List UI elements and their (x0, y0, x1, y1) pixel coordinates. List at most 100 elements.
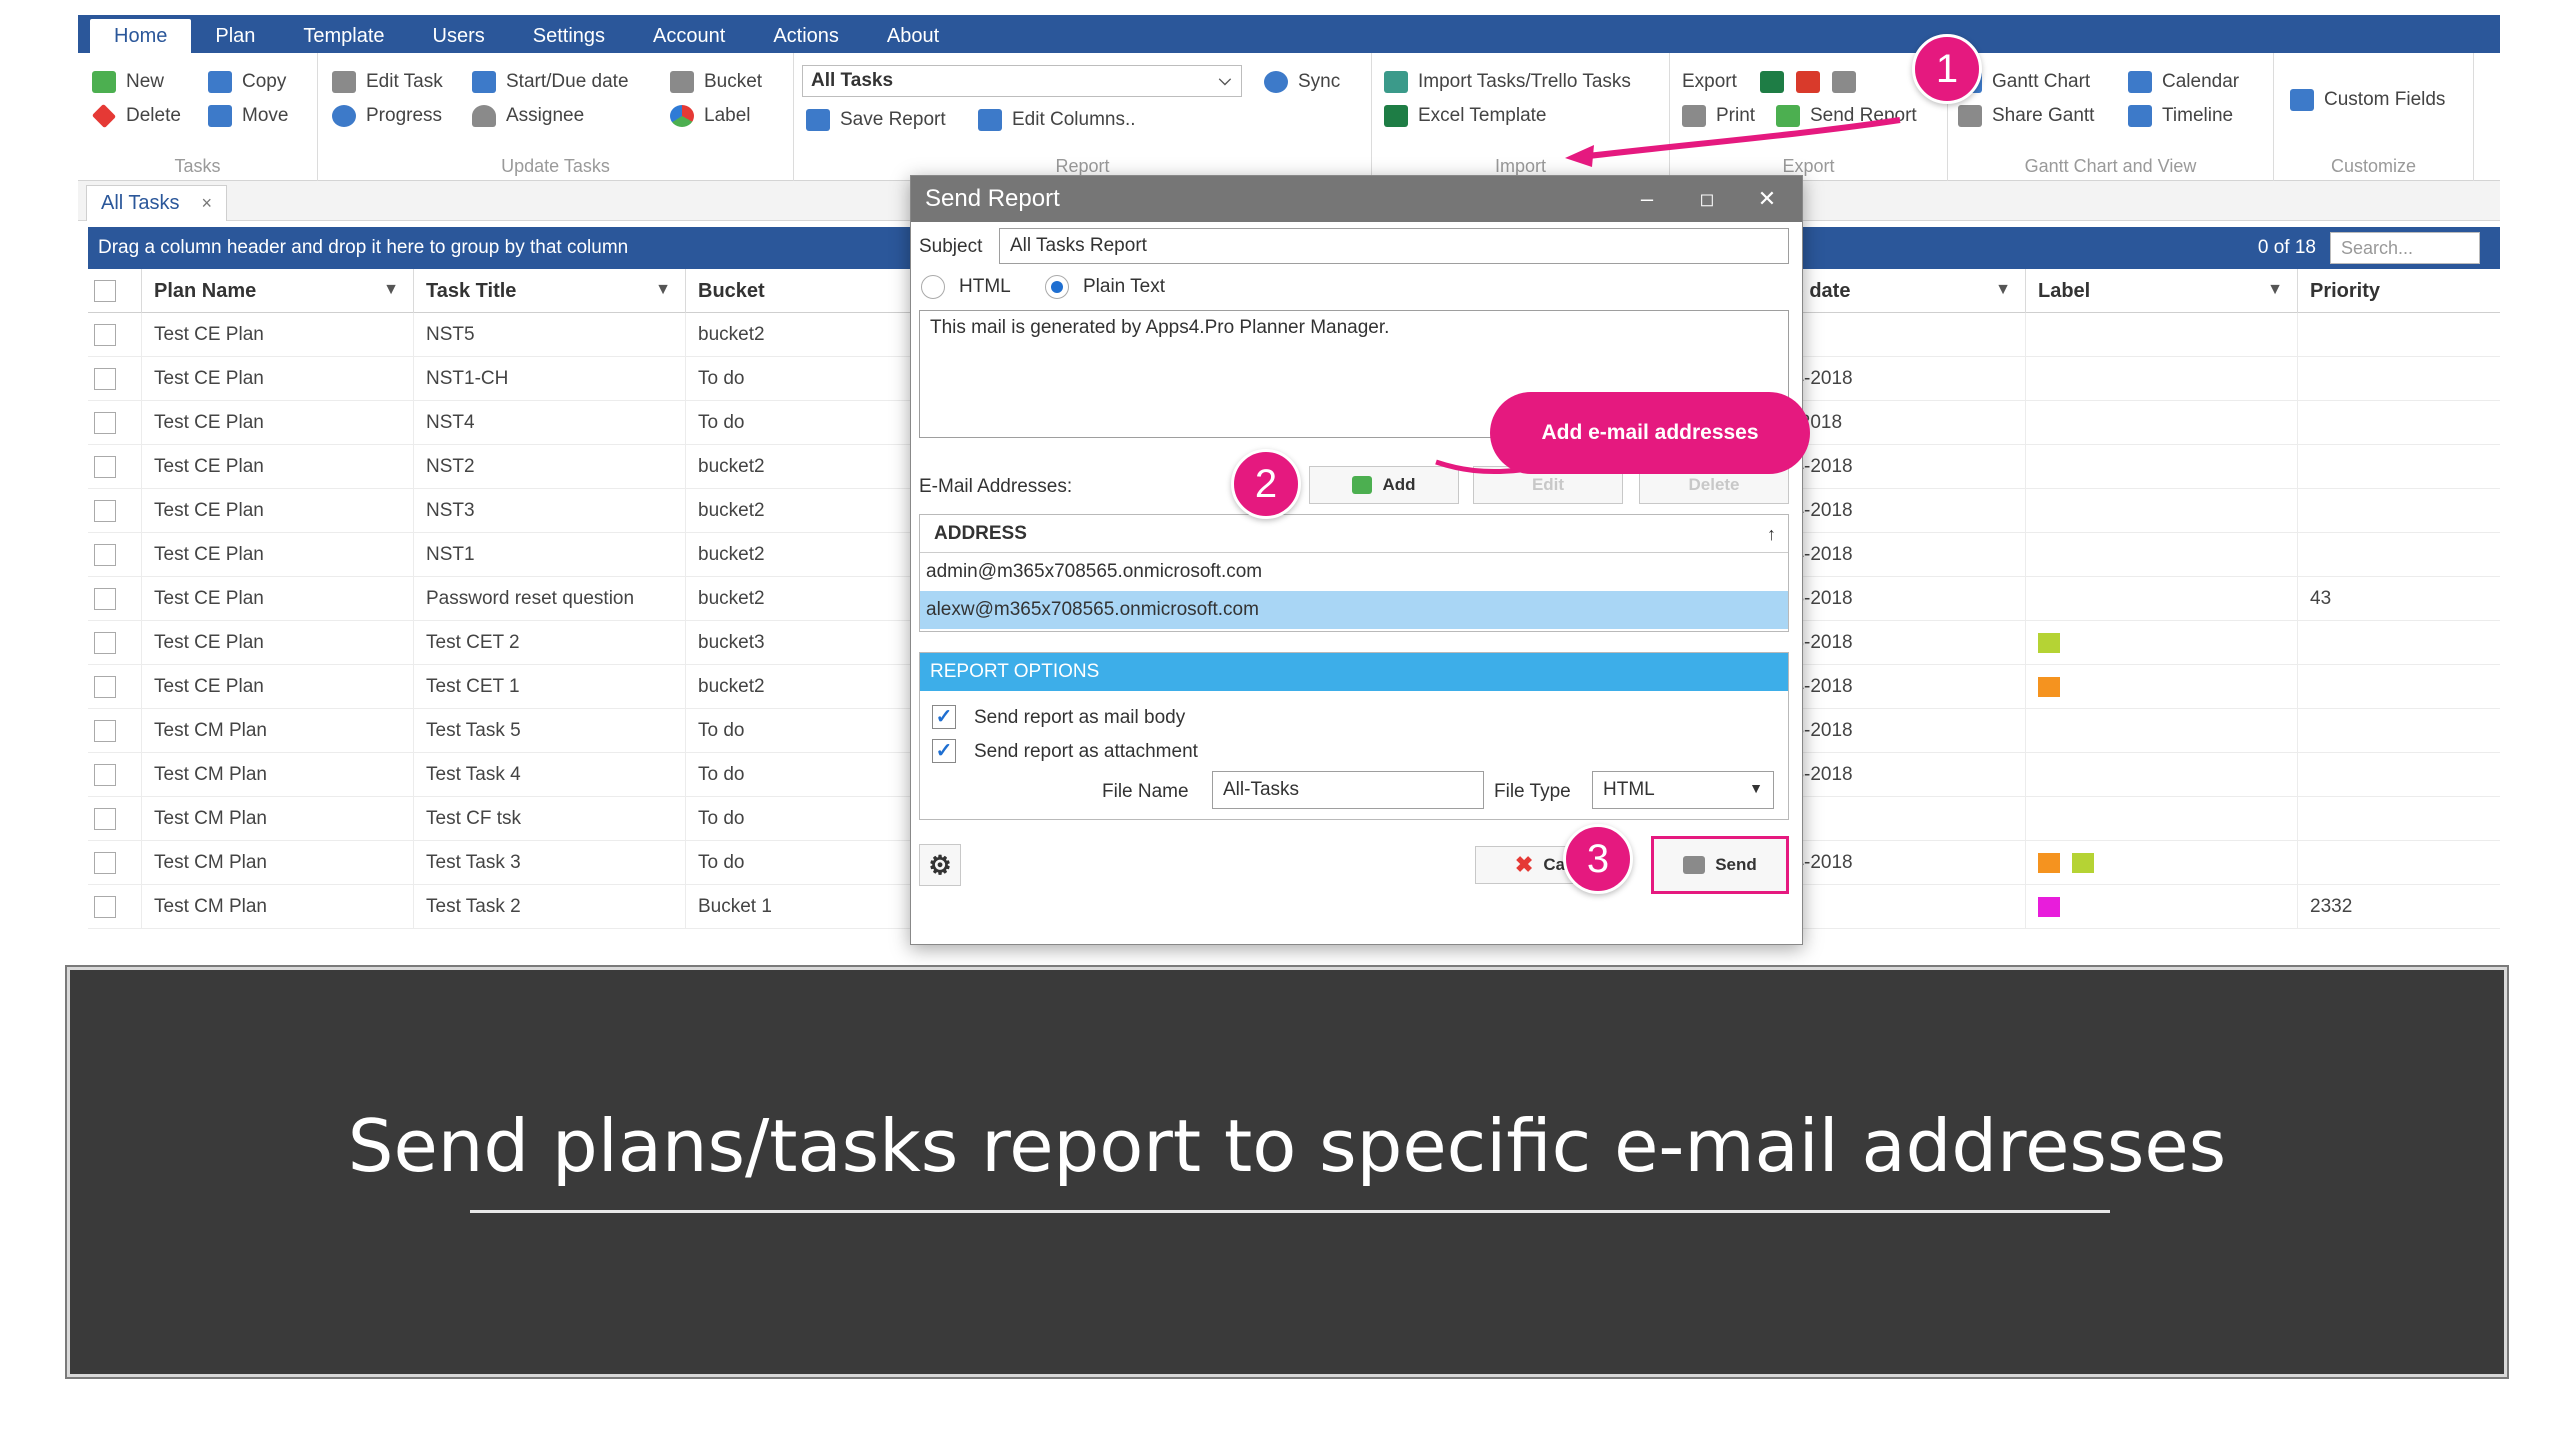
row-checkbox[interactable] (94, 676, 116, 698)
progress-button[interactable]: Progress (332, 101, 442, 131)
menu-tab-users[interactable]: Users (409, 19, 509, 53)
edit-task-button[interactable]: Edit Task (332, 67, 443, 97)
minimize-icon[interactable]: – (1632, 184, 1662, 214)
save-report-button[interactable]: Save Report (806, 105, 946, 135)
row-checkbox[interactable] (94, 588, 116, 610)
format-plain-text-radio[interactable] (1045, 275, 1069, 299)
new-task-button[interactable]: New (92, 67, 164, 97)
export-pdf-button[interactable] (1796, 67, 1830, 97)
row-checkbox[interactable] (94, 808, 116, 830)
row-select-cell[interactable] (88, 445, 142, 489)
gear-icon[interactable]: ⚙ (919, 844, 961, 886)
select-all-checkbox[interactable] (94, 280, 116, 302)
plan-name-cell: Test CM Plan (142, 709, 414, 753)
row-select-cell[interactable] (88, 313, 142, 357)
row-select-cell[interactable] (88, 401, 142, 445)
address-row-selected[interactable]: alexw@m365x708565.onmicrosoft.com (920, 591, 1788, 629)
address-row[interactable]: admin@m365x708565.onmicrosoft.com (920, 553, 1788, 591)
filter-icon[interactable]: ▼ (1995, 281, 2011, 299)
column-task-title-label: Task Title (426, 279, 517, 302)
add-email-button[interactable]: Add (1309, 466, 1459, 504)
menu-tab-home[interactable]: Home (90, 19, 192, 53)
row-select-cell[interactable] (88, 841, 142, 885)
file-name-input[interactable]: All-Tasks (1212, 771, 1484, 809)
move-icon (208, 105, 232, 127)
filter-icon[interactable]: ▼ (2267, 281, 2283, 299)
filter-icon[interactable]: ▼ (383, 281, 399, 299)
bucket-button[interactable]: Bucket (670, 67, 762, 97)
timeline-button[interactable]: Timeline (2128, 101, 2233, 131)
start-due-button[interactable]: Start/Due date (472, 67, 629, 97)
maximize-icon[interactable]: ◻ (1692, 184, 1722, 214)
row-select-cell[interactable] (88, 357, 142, 401)
filter-icon[interactable]: ▼ (655, 281, 671, 299)
row-select-cell[interactable] (88, 621, 142, 665)
row-select-cell[interactable] (88, 665, 142, 709)
column-plan-name[interactable]: Plan Name ▼ (142, 269, 414, 313)
custom-fields-button[interactable]: Custom Fields (2290, 85, 2445, 115)
move-task-button[interactable]: Move (208, 101, 288, 131)
priority-cell (2298, 797, 2500, 841)
task-title-cell: NST2 (414, 445, 686, 489)
close-icon[interactable]: ✕ (1752, 184, 1782, 214)
row-checkbox[interactable] (94, 544, 116, 566)
column-priority[interactable]: Priority (2298, 269, 2500, 313)
file-type-select[interactable]: HTML ▼ (1592, 771, 1774, 809)
row-checkbox[interactable] (94, 324, 116, 346)
attachment-checkbox[interactable]: ✓ (932, 739, 956, 763)
menu-tab-about[interactable]: About (863, 19, 963, 53)
row-select-cell[interactable] (88, 533, 142, 577)
import-tasks-button[interactable]: Import Tasks/Trello Tasks (1384, 67, 1631, 97)
export-button[interactable]: Export (1682, 67, 1737, 97)
send-button[interactable]: Send (1651, 836, 1789, 894)
row-select-cell[interactable] (88, 489, 142, 533)
ribbon-group-customize: Custom Fields Customize (2274, 53, 2474, 181)
search-input[interactable]: Search... (2330, 232, 2480, 264)
address-list-header[interactable]: ADDRESS ↑ (920, 515, 1788, 553)
menu-tab-actions[interactable]: Actions (749, 19, 863, 53)
row-checkbox[interactable] (94, 720, 116, 742)
row-select-cell[interactable] (88, 797, 142, 841)
export-excel-button[interactable] (1760, 67, 1794, 97)
label-button[interactable]: Label (670, 101, 751, 131)
excel-template-button[interactable]: Excel Template (1384, 101, 1547, 131)
calendar-button[interactable]: Calendar (2128, 67, 2239, 97)
tab-all-tasks[interactable]: All Tasks × (86, 185, 228, 221)
row-checkbox[interactable] (94, 852, 116, 874)
row-checkbox[interactable] (94, 764, 116, 786)
row-select-cell[interactable] (88, 577, 142, 621)
subject-input[interactable]: All Tasks Report (999, 228, 1789, 264)
menu-tab-settings[interactable]: Settings (509, 19, 629, 53)
row-select-cell[interactable] (88, 885, 142, 929)
edit-email-label: Edit (1531, 475, 1565, 494)
sync-button[interactable]: Sync (1264, 67, 1340, 97)
row-select-cell[interactable] (88, 753, 142, 797)
menu-tab-account[interactable]: Account (629, 19, 749, 53)
row-checkbox[interactable] (94, 500, 116, 522)
row-checkbox[interactable] (94, 456, 116, 478)
close-icon[interactable]: × (202, 193, 213, 214)
export-print-button[interactable] (1832, 67, 1866, 97)
column-label[interactable]: Label ▼ (2026, 269, 2298, 313)
send-report-button[interactable]: Send Report (1776, 101, 1917, 131)
row-checkbox[interactable] (94, 368, 116, 390)
menu-tab-plan[interactable]: Plan (191, 19, 279, 53)
mail-body-checkbox[interactable]: ✓ (932, 705, 956, 729)
select-all-header[interactable] (88, 269, 142, 313)
task-title-cell: Password reset question (414, 577, 686, 621)
row-checkbox[interactable] (94, 412, 116, 434)
copy-task-button[interactable]: Copy (208, 67, 286, 97)
row-checkbox[interactable] (94, 632, 116, 654)
assignee-button[interactable]: Assignee (472, 101, 584, 131)
edit-columns-button[interactable]: Edit Columns.. (978, 105, 1136, 135)
view-select[interactable]: All Tasks ⌵ (802, 65, 1242, 97)
share-gantt-button[interactable]: Share Gantt (1958, 101, 2094, 131)
format-html-radio[interactable] (921, 275, 945, 299)
ribbon-group-title-report: Report (1055, 156, 1110, 176)
print-button[interactable]: Print (1682, 101, 1755, 131)
row-checkbox[interactable] (94, 896, 116, 918)
row-select-cell[interactable] (88, 709, 142, 753)
column-task-title[interactable]: Task Title ▼ (414, 269, 686, 313)
delete-task-button[interactable]: Delete (91, 101, 181, 131)
menu-tab-template[interactable]: Template (279, 19, 408, 53)
